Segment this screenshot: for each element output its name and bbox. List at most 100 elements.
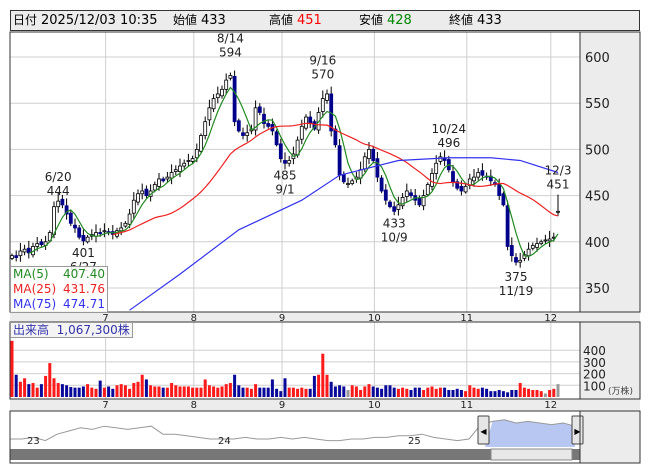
candle — [157, 178, 161, 187]
candle — [123, 222, 128, 227]
volume-bar — [417, 387, 421, 397]
ma5-label: MA(5) — [13, 267, 49, 281]
navigator-year-label: 23 — [27, 436, 40, 447]
price-tick-label: 600 — [585, 51, 610, 66]
volume-bar — [438, 387, 442, 397]
candle — [60, 198, 65, 206]
volume-bar — [18, 381, 22, 397]
candle — [350, 180, 355, 184]
volume-bar — [275, 388, 279, 397]
candle — [127, 213, 132, 225]
candle — [77, 227, 82, 238]
candle — [14, 255, 19, 258]
volume-bar — [333, 386, 337, 397]
annotation-value: 485 — [274, 168, 297, 182]
volume-bar — [514, 389, 518, 397]
candle — [186, 160, 191, 162]
volume-bar — [443, 387, 447, 397]
volume-bar — [35, 387, 39, 397]
candle — [388, 201, 392, 208]
volume-bar — [136, 381, 140, 397]
candle — [278, 143, 283, 160]
legend-ma5: MA(5) 407.40 — [11, 267, 107, 282]
volume-bar — [291, 387, 295, 397]
volume-bar — [367, 384, 371, 397]
candle — [320, 98, 325, 112]
volume-bar — [170, 382, 174, 397]
candle — [220, 88, 224, 97]
volume-bar — [489, 391, 493, 397]
navigator-scroll-thumb[interactable] — [490, 448, 573, 461]
candle — [81, 234, 86, 242]
volume-bar — [472, 387, 476, 397]
volume-bar — [279, 391, 283, 397]
volume-bar — [178, 386, 182, 397]
candle — [535, 243, 539, 248]
candle — [73, 224, 77, 229]
volume-bar — [321, 353, 325, 397]
volume-bar — [354, 386, 358, 397]
volume-bar — [350, 385, 354, 397]
candle — [409, 192, 413, 197]
candle — [367, 148, 371, 160]
candle — [509, 245, 514, 257]
candle — [514, 257, 518, 263]
volume-bar — [325, 374, 329, 397]
volume-bar — [527, 388, 531, 397]
annotation-value: 594 — [219, 46, 242, 60]
candle — [539, 241, 544, 245]
candle — [203, 121, 208, 136]
volume-bar — [312, 375, 316, 397]
volume-bar — [102, 387, 106, 397]
volume-bar — [543, 393, 547, 397]
annotation-value: 570 — [311, 68, 334, 82]
candle — [190, 158, 195, 162]
candle — [245, 132, 250, 136]
volume-bar — [266, 387, 270, 397]
candle — [404, 190, 409, 197]
volume-bar — [195, 387, 199, 397]
legend-ma75: MA(75) 474.71 — [11, 297, 107, 312]
volume-bar — [191, 387, 195, 397]
candle — [371, 148, 376, 161]
candle — [430, 173, 434, 187]
candle — [283, 160, 287, 164]
volume-bar — [510, 389, 514, 397]
volume-bar — [485, 388, 489, 397]
candle — [341, 173, 346, 183]
volume-bar — [258, 387, 262, 397]
volume-bar — [241, 387, 245, 397]
candle — [556, 210, 560, 213]
volume-bar — [531, 389, 535, 397]
candle — [476, 172, 481, 178]
stock-chart[interactable]: 3504004505005506007788991010111112121002… — [0, 0, 653, 470]
month-tick-label: 8 — [191, 400, 197, 411]
volume-bar — [31, 382, 35, 397]
annotation-date: 8/14 — [217, 32, 244, 46]
volume-bar — [81, 386, 85, 397]
volume-bar — [39, 384, 43, 397]
volume-bar — [388, 385, 392, 397]
candle — [178, 165, 182, 172]
volume-bar — [363, 386, 367, 397]
candle — [266, 123, 271, 127]
candle — [274, 131, 279, 146]
price-axis-panel — [580, 32, 640, 312]
volume-bar — [422, 389, 426, 397]
candle — [438, 156, 443, 162]
candle — [232, 76, 237, 123]
month-tick-label: 7 — [102, 400, 108, 411]
navigator-side-panel — [580, 411, 640, 463]
candle — [451, 171, 455, 183]
volume-bar — [317, 374, 321, 397]
volume-bar — [56, 382, 60, 397]
volume-bar — [262, 387, 266, 397]
volume-bar — [459, 389, 463, 397]
candle — [152, 184, 157, 191]
candle — [207, 107, 212, 121]
volume-bar — [153, 386, 157, 397]
navigator-left-arrow-icon: ◀ — [480, 427, 487, 436]
volume-bar — [371, 386, 375, 397]
candle — [140, 190, 145, 195]
candle — [505, 205, 510, 247]
